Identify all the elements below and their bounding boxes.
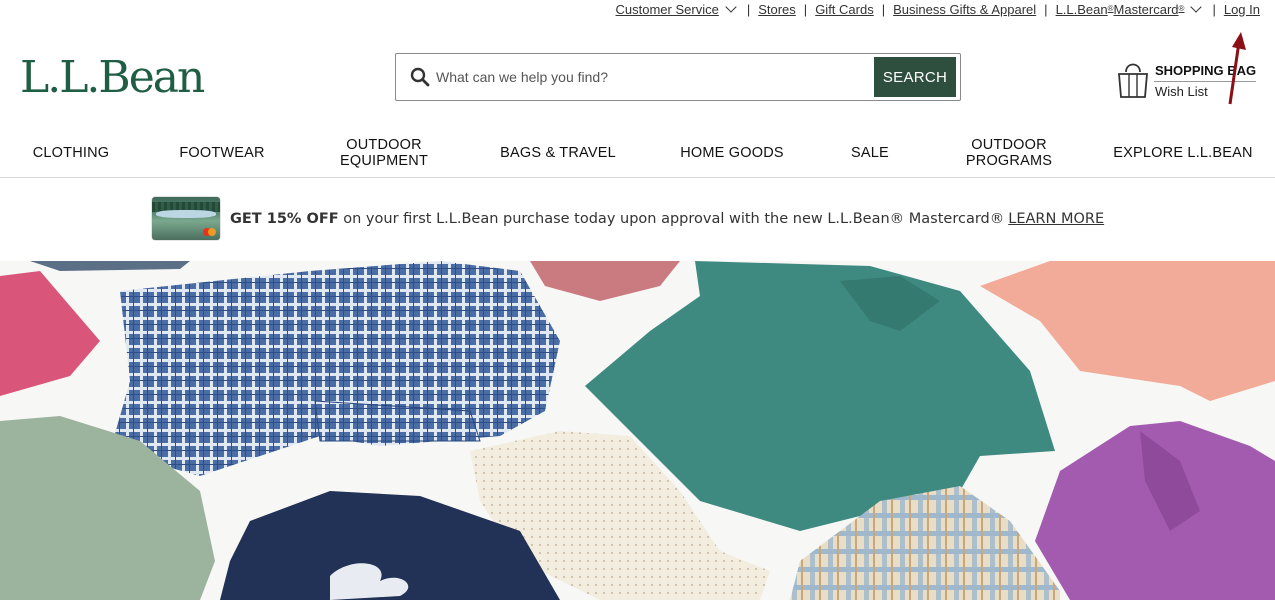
nav-bags-travel[interactable]: BAGS & TRAVEL bbox=[500, 145, 616, 161]
stores-link[interactable]: Stores bbox=[758, 2, 796, 17]
search-input[interactable] bbox=[430, 57, 874, 97]
search-bar: SEARCH bbox=[395, 53, 961, 101]
nav-label: OUTDOOR bbox=[971, 137, 1047, 153]
business-gifts-link[interactable]: Business Gifts & Apparel bbox=[893, 2, 1036, 17]
utility-bar: Customer Service | Stores | Gift Cards |… bbox=[616, 0, 1260, 18]
nav-label: PROGRAMS bbox=[965, 153, 1053, 169]
main-nav: CLOTHING FOOTWEAR OUTDOOR EQUIPMENT BAGS … bbox=[0, 130, 1275, 178]
mastercard-label-rest: Mastercard bbox=[1113, 1, 1179, 17]
customer-service-label: Customer Service bbox=[615, 1, 719, 17]
nav-label: FOOTWEAR bbox=[179, 145, 265, 161]
nav-outdoor-programs[interactable]: OUTDOOR PROGRAMS bbox=[966, 137, 1052, 169]
separator: | bbox=[881, 1, 886, 17]
chevron-down-icon bbox=[1190, 1, 1203, 13]
nav-clothing[interactable]: CLOTHING bbox=[33, 145, 110, 161]
folded-clothing-illustration bbox=[0, 261, 1275, 600]
login-link[interactable]: Log In bbox=[1224, 2, 1260, 17]
mastercard-link[interactable]: L.L.Bean ® Mastercard ® bbox=[1055, 1, 1205, 17]
search-button[interactable]: SEARCH bbox=[874, 57, 956, 97]
shopping-bag-icon bbox=[1116, 60, 1150, 103]
separator: | bbox=[746, 1, 751, 17]
learn-more-link[interactable]: LEARN MORE bbox=[1008, 211, 1104, 227]
chevron-down-icon bbox=[725, 1, 737, 13]
promo-text: GET 15% OFF on your first L.L.Bean purch… bbox=[230, 211, 1104, 227]
nav-home-goods[interactable]: HOME GOODS bbox=[680, 145, 784, 161]
hero-image[interactable] bbox=[0, 261, 1275, 600]
search-icon bbox=[396, 54, 430, 100]
separator: | bbox=[803, 1, 808, 17]
nav-label: EQUIPMENT bbox=[340, 153, 428, 169]
nav-label: CLOTHING bbox=[32, 145, 110, 161]
credit-card-image bbox=[152, 197, 220, 240]
separator: | bbox=[1212, 1, 1216, 17]
nav-label: EXPLORE L.L.BEAN bbox=[1113, 145, 1253, 161]
customer-service-link[interactable]: Customer Service bbox=[615, 1, 739, 17]
nav-explore[interactable]: EXPLORE L.L.BEAN bbox=[1113, 145, 1252, 161]
nav-label: HOME GOODS bbox=[680, 145, 784, 161]
mastercard-label: L.L.Bean bbox=[1055, 1, 1108, 17]
wish-list-link[interactable]: Wish List bbox=[1155, 84, 1208, 99]
nav-label: OUTDOOR bbox=[346, 137, 422, 153]
promo-body: on your first L.L.Bean purchase today up… bbox=[338, 210, 1005, 227]
annotation-arrow-icon bbox=[1228, 32, 1246, 105]
gift-cards-link[interactable]: Gift Cards bbox=[815, 2, 874, 17]
promo-banner: GET 15% OFF on your first L.L.Bean purch… bbox=[152, 197, 1104, 240]
nav-label: BAGS & TRAVEL bbox=[500, 145, 616, 161]
nav-outdoor-equipment[interactable]: OUTDOOR EQUIPMENT bbox=[340, 137, 428, 169]
nav-sale[interactable]: SALE bbox=[851, 145, 889, 161]
nav-footwear[interactable]: FOOTWEAR bbox=[179, 145, 264, 161]
logo[interactable]: L.L.Bean bbox=[20, 52, 205, 103]
promo-highlight: GET 15% OFF bbox=[230, 210, 339, 227]
nav-label: SALE bbox=[851, 145, 889, 161]
separator: | bbox=[1044, 1, 1048, 17]
